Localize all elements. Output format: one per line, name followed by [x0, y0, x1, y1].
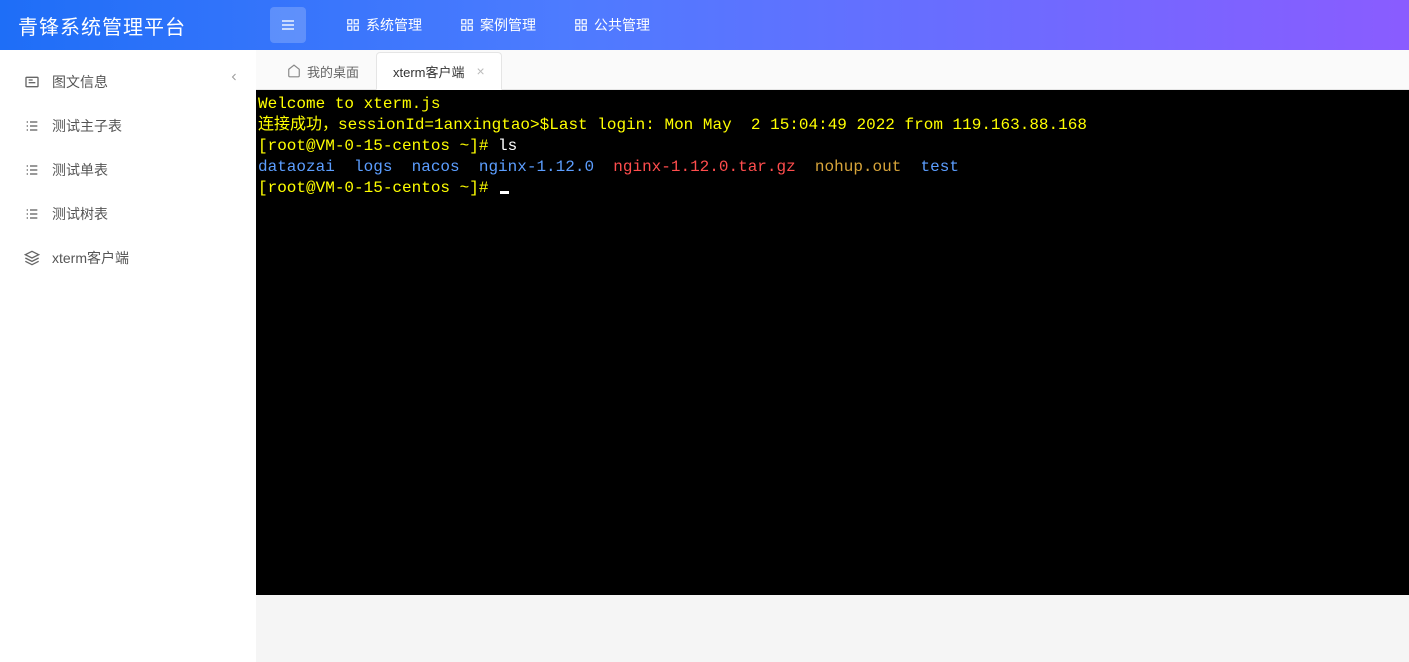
grid-icon — [346, 18, 360, 32]
terminal-line: Welcome to xterm.js — [258, 95, 440, 113]
sidebar-item-label: xterm客户端 — [52, 248, 129, 268]
top-header: 青锋系统管理平台 系统管理 案例管理 公共管理 — [0, 0, 1409, 50]
list-icon — [24, 118, 40, 134]
sidebar-item-single-table[interactable]: 测试单表 — [0, 148, 256, 192]
top-nav: 系统管理 案例管理 公共管理 — [346, 15, 650, 35]
tab-bar: 我的桌面 xterm客户端 × — [256, 50, 1409, 90]
terminal-prompt: [root@VM-0-15-centos ~]# — [258, 179, 498, 197]
card-icon — [24, 74, 40, 90]
stack-icon — [24, 250, 40, 266]
terminal-line: 连接成功，sessionId=1anxingtao>$Last login: M… — [258, 116, 1087, 134]
nav-label: 系统管理 — [366, 15, 422, 35]
nav-item-case[interactable]: 案例管理 — [460, 15, 536, 35]
nav-label: 案例管理 — [480, 15, 536, 35]
sidebar-item-image-text[interactable]: 图文信息 — [0, 60, 256, 104]
sidebar: 图文信息 测试主子表 测试单表 测试树表 xterm客户端 — [0, 50, 256, 662]
sidebar-item-master-child[interactable]: 测试主子表 — [0, 104, 256, 148]
tab-label: xterm客户端 — [393, 62, 465, 81]
sidebar-item-label: 测试树表 — [52, 204, 108, 224]
app-logo: 青锋系统管理平台 — [0, 11, 256, 40]
ls-dir: nginx-1.12.0 — [479, 158, 594, 176]
main-area: 我的桌面 xterm客户端 × Welcome to xterm.js 连接成功… — [256, 50, 1409, 662]
sidebar-item-label: 测试单表 — [52, 160, 108, 180]
sidebar-toggle-button[interactable] — [270, 7, 306, 43]
list-icon — [24, 206, 40, 222]
ls-dir: logs — [354, 158, 392, 176]
terminal-output[interactable]: Welcome to xterm.js 连接成功，sessionId=1anxi… — [256, 90, 1409, 595]
nav-label: 公共管理 — [594, 15, 650, 35]
ls-dir: nacos — [412, 158, 460, 176]
nav-item-system[interactable]: 系统管理 — [346, 15, 422, 35]
ls-dir: dataozai — [258, 158, 335, 176]
grid-icon — [574, 18, 588, 32]
terminal-command: ls — [498, 137, 517, 155]
ls-archive: nginx-1.12.0.tar.gz — [613, 158, 795, 176]
grid-icon — [460, 18, 474, 32]
tab-label: 我的桌面 — [307, 62, 359, 81]
ls-file: nohup.out — [815, 158, 901, 176]
menu-icon — [280, 17, 296, 33]
tab-desktop[interactable]: 我的桌面 — [270, 52, 376, 90]
sidebar-item-label: 图文信息 — [52, 72, 108, 92]
terminal-prompt: [root@VM-0-15-centos ~]# — [258, 137, 498, 155]
home-icon — [287, 64, 301, 78]
sidebar-item-tree-table[interactable]: 测试树表 — [0, 192, 256, 236]
close-icon[interactable]: × — [477, 63, 485, 79]
nav-item-public[interactable]: 公共管理 — [574, 15, 650, 35]
ls-dir: test — [921, 158, 959, 176]
chevron-left-icon[interactable] — [228, 70, 240, 86]
sidebar-item-label: 测试主子表 — [52, 116, 122, 136]
list-icon — [24, 162, 40, 178]
sidebar-item-xterm[interactable]: xterm客户端 — [0, 236, 256, 280]
terminal-cursor — [500, 191, 509, 194]
tab-xterm[interactable]: xterm客户端 × — [376, 52, 502, 90]
